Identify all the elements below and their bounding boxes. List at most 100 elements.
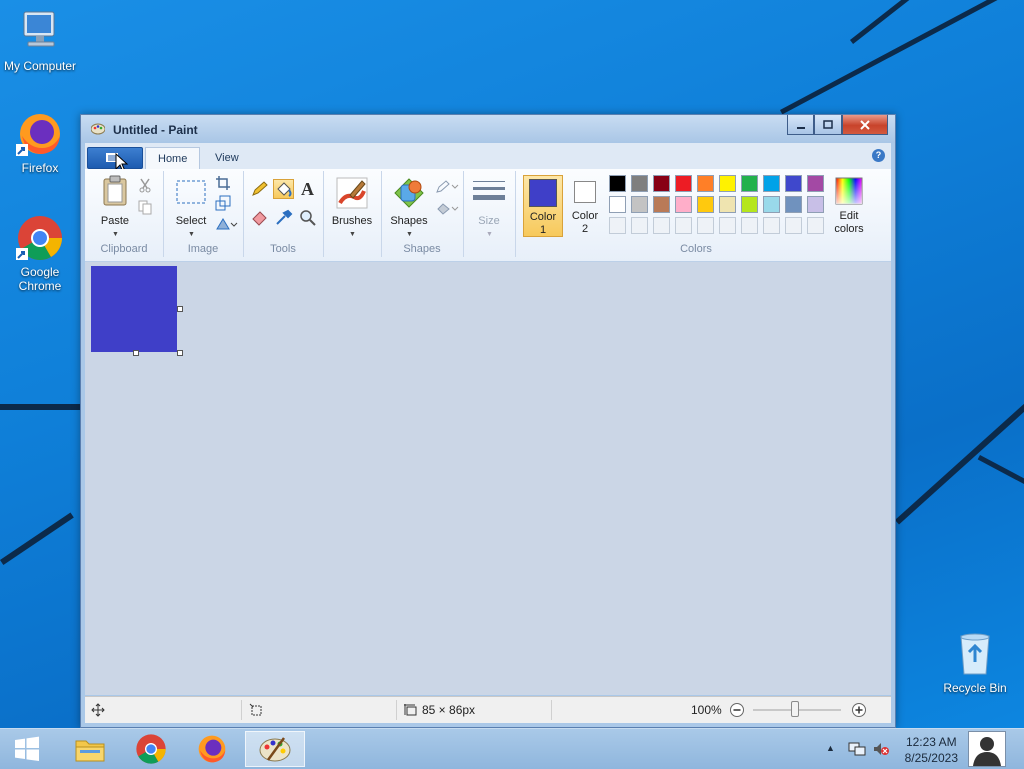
rotate-icon[interactable] <box>215 215 239 231</box>
select-button[interactable]: Select ▼ <box>169 175 213 238</box>
close-icon <box>860 119 870 130</box>
cut-icon[interactable] <box>137 177 153 193</box>
resize-handle-bottom[interactable] <box>133 350 139 356</box>
wallpaper-line <box>780 0 1024 115</box>
custom-color-slot[interactable] <box>719 217 736 234</box>
copy-icon[interactable] <box>137 199 153 215</box>
fill-tool[interactable] <box>273 179 294 199</box>
color-swatch[interactable] <box>697 175 714 192</box>
drawing-canvas[interactable] <box>91 266 177 352</box>
color-swatch[interactable] <box>807 175 824 192</box>
taskbar-firefox[interactable] <box>184 731 240 767</box>
taskbar-paint[interactable] <box>245 731 305 767</box>
taskbar-file-explorer[interactable] <box>62 731 118 767</box>
custom-color-slot[interactable] <box>697 217 714 234</box>
color-swatch[interactable] <box>675 196 692 213</box>
zoom-out-button[interactable] <box>729 702 745 718</box>
chrome-icon <box>16 214 64 262</box>
windows-logo-icon <box>15 736 39 761</box>
color2-button[interactable]: Color 2 <box>565 175 605 237</box>
color-swatch[interactable] <box>763 175 780 192</box>
minimize-button[interactable] <box>787 115 814 135</box>
volume-muted-icon[interactable] <box>872 741 890 757</box>
canvas-size-text: 85 × 86px <box>422 703 476 717</box>
resize-icon[interactable] <box>215 195 231 211</box>
color-swatch[interactable] <box>653 175 670 192</box>
desktop-icon-label: My Computer <box>3 59 77 73</box>
outline-icon[interactable] <box>435 179 459 195</box>
desktop-icon-chrome[interactable]: Google Chrome <box>0 214 80 293</box>
color2-label: Color <box>571 210 599 222</box>
desktop-icon-firefox[interactable]: Firefox <box>0 110 80 175</box>
help-icon[interactable]: ? <box>872 149 885 162</box>
zoom-in-button[interactable] <box>851 702 867 718</box>
desktop-icon-recycle-bin[interactable]: Recycle Bin <box>935 630 1015 695</box>
close-button[interactable] <box>842 115 888 135</box>
custom-color-slot[interactable] <box>653 217 670 234</box>
color-swatch[interactable] <box>609 196 626 213</box>
taskbar-chrome[interactable] <box>123 731 179 767</box>
color-swatch[interactable] <box>719 175 736 192</box>
color1-label: Color <box>529 211 557 223</box>
resize-handle-corner[interactable] <box>177 350 183 356</box>
system-clock[interactable]: 12:23 AM 8/25/2023 <box>905 734 958 766</box>
paste-button[interactable]: Paste ▼ <box>93 175 137 238</box>
show-hidden-icons-button[interactable]: ▲ <box>826 743 835 753</box>
color-swatch[interactable] <box>807 196 824 213</box>
color-swatch[interactable] <box>719 196 736 213</box>
custom-color-slot[interactable] <box>631 217 648 234</box>
text-tool[interactable]: A <box>297 179 318 199</box>
color-swatch[interactable] <box>631 175 648 192</box>
custom-color-slot[interactable] <box>741 217 758 234</box>
wallpaper-line <box>895 386 1024 525</box>
user-account-button[interactable] <box>968 731 1006 767</box>
custom-color-slot[interactable] <box>807 217 824 234</box>
cursor-position-icon <box>91 703 105 717</box>
magnifier-tool[interactable] <box>297 207 318 227</box>
color-wheel-icon <box>835 177 863 205</box>
canvas-workspace[interactable] <box>85 262 891 695</box>
line-size-icon <box>473 181 505 200</box>
maximize-button[interactable] <box>814 115 842 135</box>
paint-palette-icon <box>259 737 291 762</box>
color-picker-tool[interactable] <box>273 207 294 227</box>
desktop-icon-my-computer[interactable]: My Computer <box>0 8 80 73</box>
crop-icon[interactable] <box>215 175 231 191</box>
custom-color-slot[interactable] <box>785 217 802 234</box>
color-swatch[interactable] <box>653 196 670 213</box>
network-icon[interactable] <box>848 741 866 757</box>
color-swatch[interactable] <box>741 175 758 192</box>
eraser-tool[interactable] <box>249 207 270 227</box>
group-brushes: Brushes ▼ <box>323 171 382 257</box>
color-swatch[interactable] <box>631 196 648 213</box>
title-bar[interactable]: Untitled - Paint <box>81 115 895 143</box>
color-swatch[interactable] <box>675 175 692 192</box>
color-swatch[interactable] <box>763 196 780 213</box>
custom-color-slot[interactable] <box>609 217 626 234</box>
select-label: Select <box>175 215 207 227</box>
color1-button[interactable]: Color 1 <box>523 175 563 237</box>
shapes-button[interactable]: Shapes ▼ <box>385 175 433 238</box>
color-swatch[interactable] <box>741 196 758 213</box>
edit-colors-button[interactable]: Edit colors <box>827 175 871 237</box>
start-button[interactable] <box>0 731 54 767</box>
custom-color-slot[interactable] <box>763 217 780 234</box>
tab-home[interactable]: Home <box>145 147 201 170</box>
custom-color-slot[interactable] <box>675 217 692 234</box>
resize-handle-right[interactable] <box>177 306 183 312</box>
color-swatch[interactable] <box>785 175 802 192</box>
fill-icon[interactable] <box>435 201 459 217</box>
color-swatch[interactable] <box>609 175 626 192</box>
desktop: My Computer Firefox Google Chrome Recycl… <box>0 0 1024 728</box>
zoom-slider-thumb[interactable] <box>791 701 799 717</box>
window-title: Untitled - Paint <box>113 123 198 137</box>
size-button[interactable]: Size ▼ <box>467 175 511 238</box>
chevron-down-icon: ▼ <box>349 231 356 238</box>
color-swatch[interactable] <box>697 196 714 213</box>
tab-view[interactable]: View <box>203 147 251 169</box>
brushes-button[interactable]: Brushes ▼ <box>327 175 377 238</box>
chrome-icon <box>136 734 166 764</box>
edit-colors-label: Edit <box>839 210 859 222</box>
pencil-tool[interactable] <box>249 179 270 199</box>
color-swatch[interactable] <box>785 196 802 213</box>
